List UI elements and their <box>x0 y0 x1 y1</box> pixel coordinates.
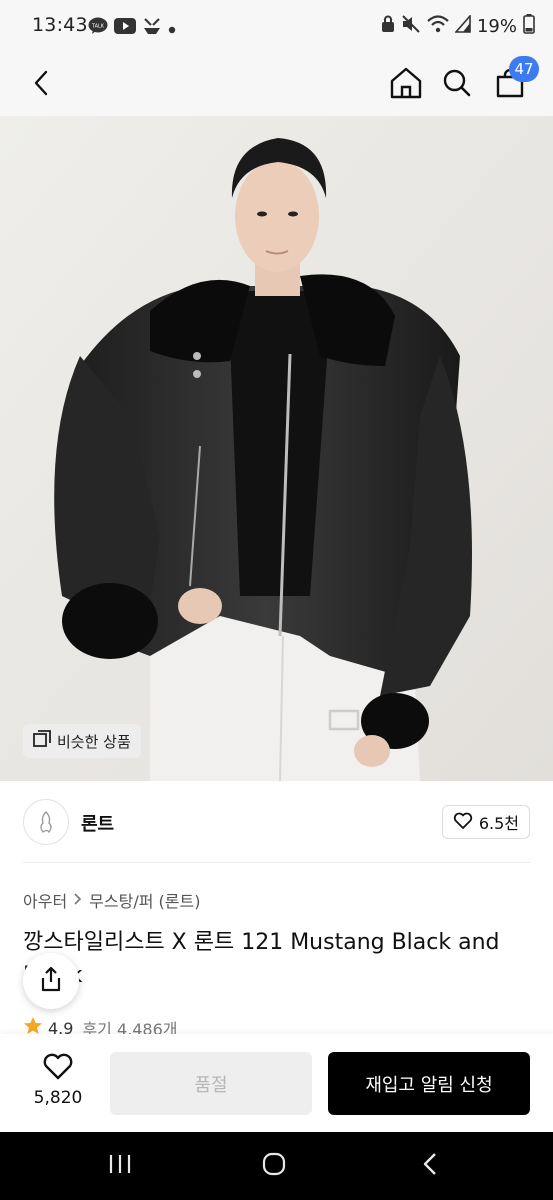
breadcrumb-item[interactable]: 아우터 <box>23 888 67 912</box>
status-left-icons: TALK <box>88 16 176 40</box>
restock-alert-button[interactable]: 재입고 알림 신청 <box>328 1052 530 1115</box>
wishlist-button[interactable]: 5,820 <box>22 1052 94 1108</box>
system-home-button[interactable] <box>244 1146 304 1186</box>
search-icon <box>442 68 472 102</box>
divider <box>23 862 530 863</box>
mute-icon <box>401 15 421 37</box>
brand-like-count: 6.5천 <box>478 814 519 833</box>
status-bar: 13:43 TALK 19% <box>0 0 553 54</box>
kakaotalk-icon: TALK <box>88 17 108 39</box>
chevron-right-icon <box>73 891 83 910</box>
similar-products-button[interactable]: 비슷한 상품 <box>23 724 141 758</box>
home-button[interactable] <box>381 60 431 110</box>
brand-name[interactable]: 론트 <box>81 810 114 836</box>
back-chevron-icon <box>421 1151 439 1181</box>
cart-button[interactable]: 47 <box>485 56 539 110</box>
breadcrumb-item[interactable]: 무스탕/퍼 (론트) <box>89 888 200 912</box>
share-icon <box>39 966 63 996</box>
system-nav-bar <box>0 1132 553 1200</box>
brand-logo[interactable] <box>23 799 69 845</box>
brand-row: 론트 6.5천 <box>0 781 553 863</box>
breadcrumb: 아우터 무스탕/퍼 (론트) <box>23 888 200 912</box>
product-photo <box>0 116 553 781</box>
share-button[interactable] <box>23 953 79 1009</box>
notification-icon <box>142 16 162 40</box>
search-button[interactable] <box>432 60 482 110</box>
heart-icon <box>42 1052 74 1084</box>
home-icon <box>389 67 423 103</box>
svg-text:TALK: TALK <box>91 24 105 30</box>
signal-icon <box>454 13 471 37</box>
app-header: 47 <box>0 54 553 116</box>
battery-percent: 19% <box>476 15 517 37</box>
back-arrow-icon <box>31 69 51 101</box>
wishlist-count: 5,820 <box>33 1088 83 1108</box>
lock-icon <box>381 15 395 37</box>
cart-count-badge: 47 <box>509 56 539 82</box>
soldout-button: 품절 <box>110 1052 312 1115</box>
dot-icon <box>168 19 176 38</box>
youtube-icon <box>114 18 136 38</box>
similar-products-label: 비슷한 상품 <box>57 732 131 751</box>
home-circle-icon <box>261 1151 287 1181</box>
brand-logo-mark <box>40 811 52 834</box>
status-time: 13:43 <box>32 14 88 36</box>
product-image[interactable]: 비슷한 상품 <box>0 116 553 781</box>
status-right-icons: 19% <box>381 13 535 38</box>
purchase-bar: 5,820 품절 재입고 알림 신청 <box>0 1034 553 1132</box>
product-title: 깡스타일리스트 X 론트 121 Mustang Black and Black <box>23 930 500 988</box>
similar-items-icon <box>33 730 51 752</box>
brand-like-button[interactable]: 6.5천 <box>441 805 530 839</box>
system-back-button[interactable] <box>400 1146 460 1186</box>
wifi-icon <box>427 15 449 37</box>
recent-apps-icon <box>107 1153 133 1179</box>
heart-icon <box>453 811 473 833</box>
battery-icon <box>523 14 535 38</box>
recent-apps-button[interactable] <box>90 1146 150 1186</box>
back-button[interactable] <box>16 60 66 110</box>
